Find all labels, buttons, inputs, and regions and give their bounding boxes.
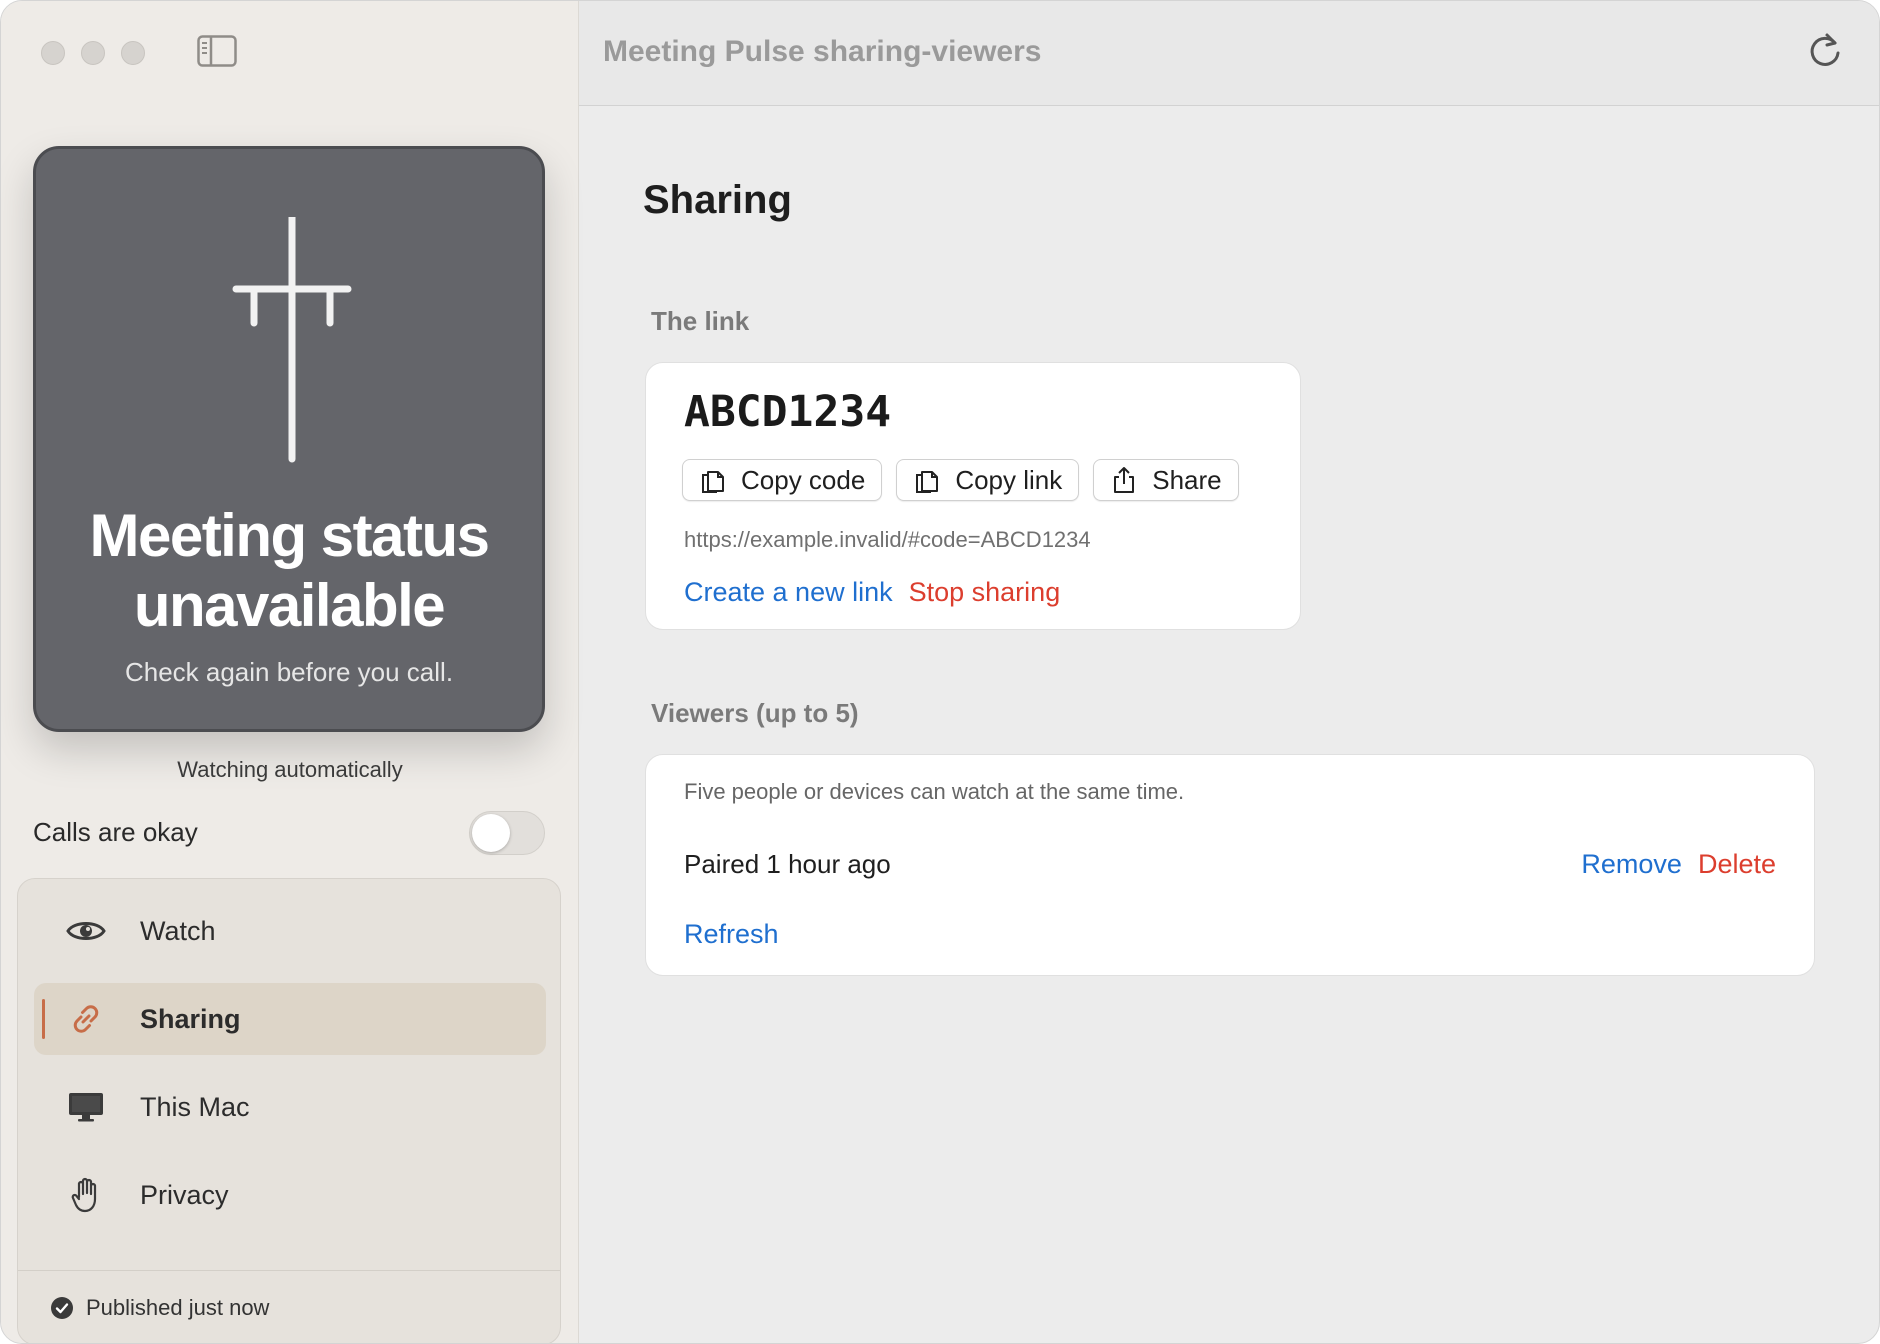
eye-icon [66,911,106,951]
copy-code-button[interactable]: Copy code [682,459,883,501]
sidebar-item-watch[interactable]: Watch [34,895,546,967]
calls-okay-label: Calls are okay [33,817,198,847]
status-glyph-icon [232,217,352,463]
viewer-name: Paired 1 hour ago [684,849,891,879]
window-controls [41,41,145,65]
calls-okay-row: Calls are okay [33,811,545,855]
link-actions: Copy code Copy link Share [682,459,1239,501]
copy-link-label: Copy link [955,464,1063,495]
toggle-knob [472,814,510,852]
create-new-link-button[interactable]: Create a new link [684,577,893,608]
link-icon [66,999,106,1039]
copy-icon [702,471,724,493]
meeting-status-card: Meeting status unavailable Check again b… [33,146,545,732]
sidebar-item-this-mac[interactable]: This Mac [34,1071,546,1143]
close-window-button[interactable] [41,41,65,65]
viewers-card: Five people or devices can watch at the … [645,754,1815,976]
sidebar: Meeting status unavailable Check again b… [1,1,579,1343]
sidebar-item-label: This Mac [140,1091,250,1122]
window-title: Meeting Pulse sharing-viewers [603,35,1042,68]
sidebar-toggle-icon[interactable] [197,35,237,67]
link-management: Create a new link Stop sharing [684,577,1060,608]
checkmark-circle-icon [51,1296,73,1319]
viewers-section-label: Viewers (up to 5) [651,698,859,728]
viewer-actions: Remove Delete [1581,849,1776,880]
page-title: Sharing [643,178,792,222]
link-card: ABCD1234 Copy code Copy link Share https… [645,362,1301,630]
share-button[interactable]: Share [1093,459,1239,501]
sidebar-nav: Watch Sharing This Mac Privacy Published… [17,878,561,1343]
status-title: Meeting status unavailable [36,501,542,641]
minimize-window-button[interactable] [81,41,105,65]
remove-viewer-button[interactable]: Remove [1581,849,1682,880]
hand-icon [66,1175,106,1215]
zoom-window-button[interactable] [121,41,145,65]
share-label: Share [1152,464,1222,495]
monitor-icon [66,1087,106,1127]
status-subtitle: Check again before you call. [124,657,454,687]
app-window: Meeting status unavailable Check again b… [0,0,1880,1344]
link-section-label: The link [651,306,750,336]
sidebar-item-sharing[interactable]: Sharing [34,983,546,1055]
copy-icon [916,471,939,493]
status-title-line1: Meeting status [89,502,490,569]
reload-icon[interactable] [1805,31,1845,71]
copy-code-label: Copy code [741,464,866,495]
calls-okay-toggle[interactable] [469,811,545,855]
viewer-row: Paired 1 hour ago Remove Delete [684,845,1776,885]
main-content: Sharing The link ABCD1234 Copy code Copy… [579,106,1879,1343]
publish-status-text: Published just now [86,1294,270,1320]
title-bar: Meeting Pulse sharing-viewers [579,1,1879,106]
delete-viewer-button[interactable]: Delete [1698,849,1776,880]
sidebar-item-privacy[interactable]: Privacy [34,1159,546,1231]
stop-sharing-button[interactable]: Stop sharing [909,577,1061,608]
share-code: ABCD1234 [684,387,892,437]
sidebar-item-label: Sharing [140,1003,241,1034]
publish-status: Published just now [18,1270,560,1343]
viewers-note: Five people or devices can watch at the … [684,779,1185,804]
sidebar-item-label: Watch [140,915,216,946]
status-title-line2: unavailable [133,572,446,639]
copy-link-button[interactable]: Copy link [896,459,1080,501]
refresh-viewers-button[interactable]: Refresh [684,919,779,950]
watching-label: Watching automatically [177,757,403,782]
share-icon [1114,467,1135,493]
share-url: https://example.invalid/#code=ABCD1234 [684,527,1091,552]
sidebar-item-label: Privacy [140,1179,229,1210]
